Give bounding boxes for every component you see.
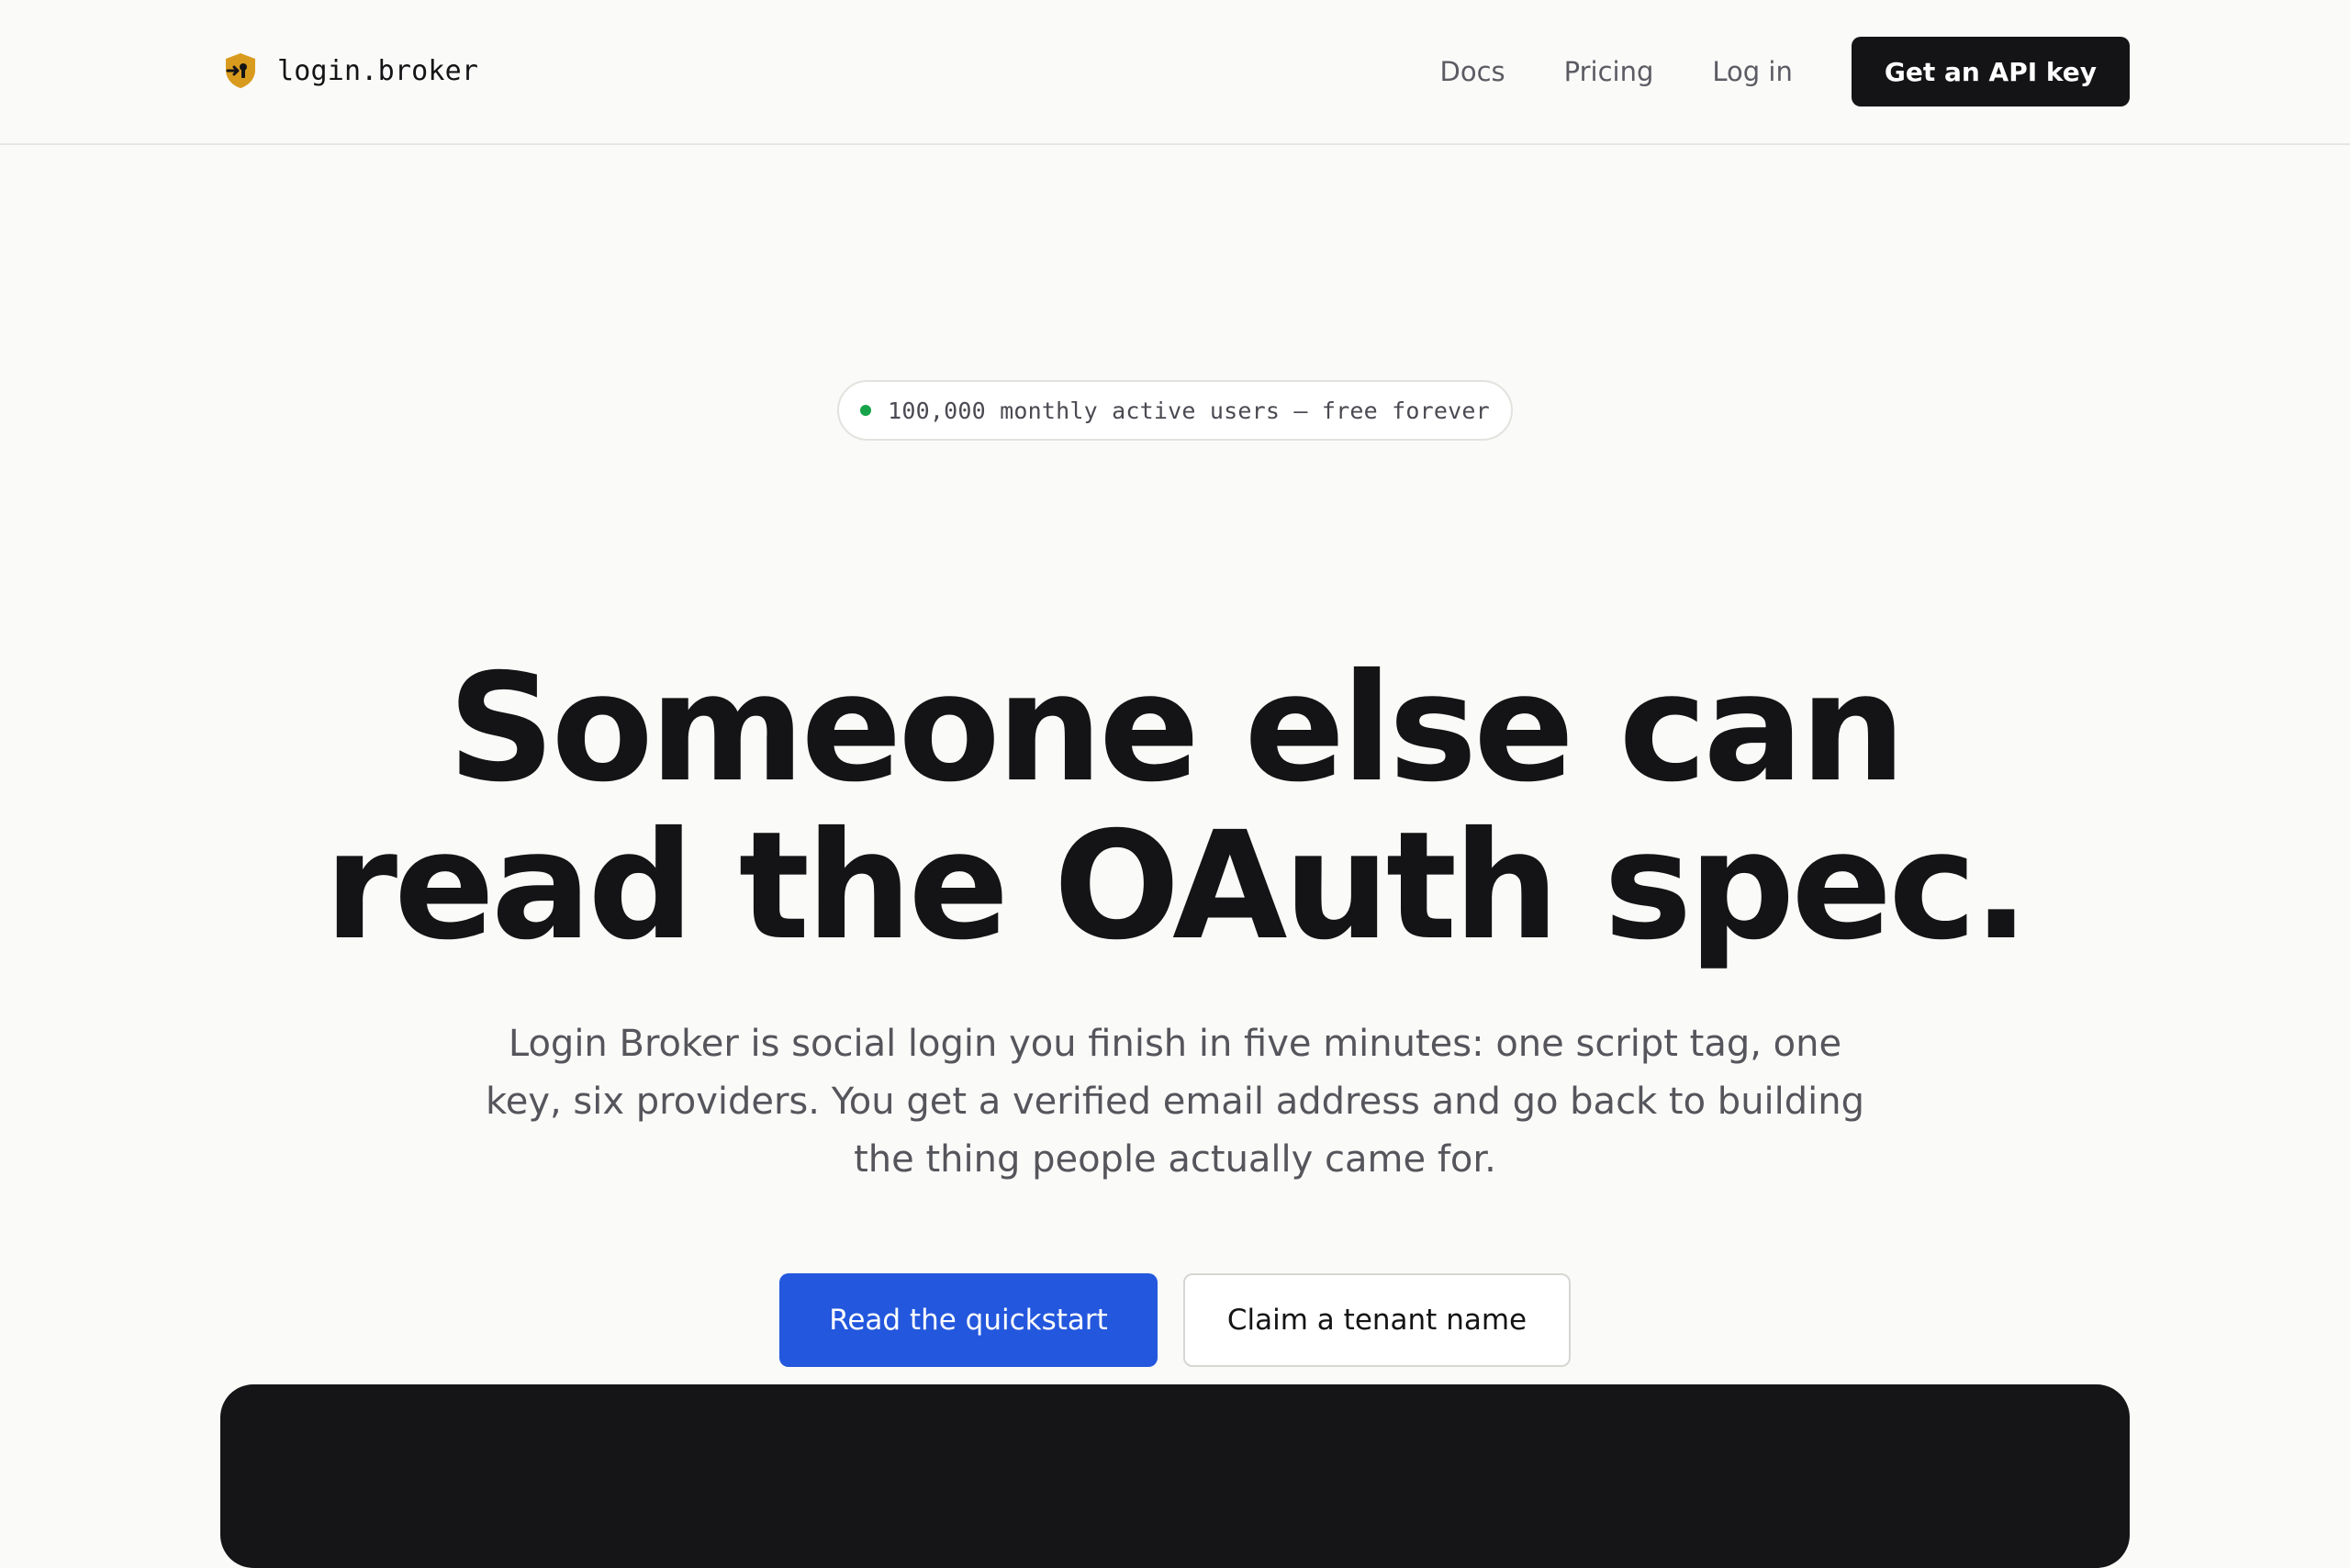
nav-pricing[interactable]: Pricing — [1564, 56, 1654, 87]
primary-navigation: Docs Pricing Log in Get an API key — [1440, 37, 2130, 106]
nav-docs[interactable]: Docs — [1440, 56, 1505, 87]
get-api-key-button[interactable]: Get an API key — [1851, 37, 2130, 106]
claim-tenant-name-button[interactable]: Claim a tenant name — [1183, 1273, 1571, 1367]
dark-feature-panel — [220, 1384, 2130, 1568]
hero-headline: Someone else can read the OAuth spec. — [0, 650, 2350, 966]
headline-line-2: read the OAuth spec. — [324, 801, 2030, 973]
badge-text: 100,000 monthly active users — free fore… — [888, 397, 1490, 424]
read-quickstart-button[interactable]: Read the quickstart — [779, 1273, 1158, 1367]
brand-logo-link[interactable]: login.broker — [220, 48, 478, 94]
headline-line-1: Someone else can — [447, 643, 1906, 815]
monthly-users-badge: 100,000 monthly active users — free fore… — [837, 380, 1513, 441]
nav-login[interactable]: Log in — [1712, 56, 1792, 87]
green-status-dot-icon — [860, 405, 872, 416]
brand-name: login.broker — [277, 54, 479, 87]
hero-description: Login Broker is social login you finish … — [485, 1023, 1865, 1181]
site-header: login.broker Docs Pricing Log in Get an … — [0, 0, 2350, 145]
shield-key-icon — [226, 53, 255, 88]
hero-actions: Read the quickstart Claim a tenant name — [0, 1273, 2350, 1367]
